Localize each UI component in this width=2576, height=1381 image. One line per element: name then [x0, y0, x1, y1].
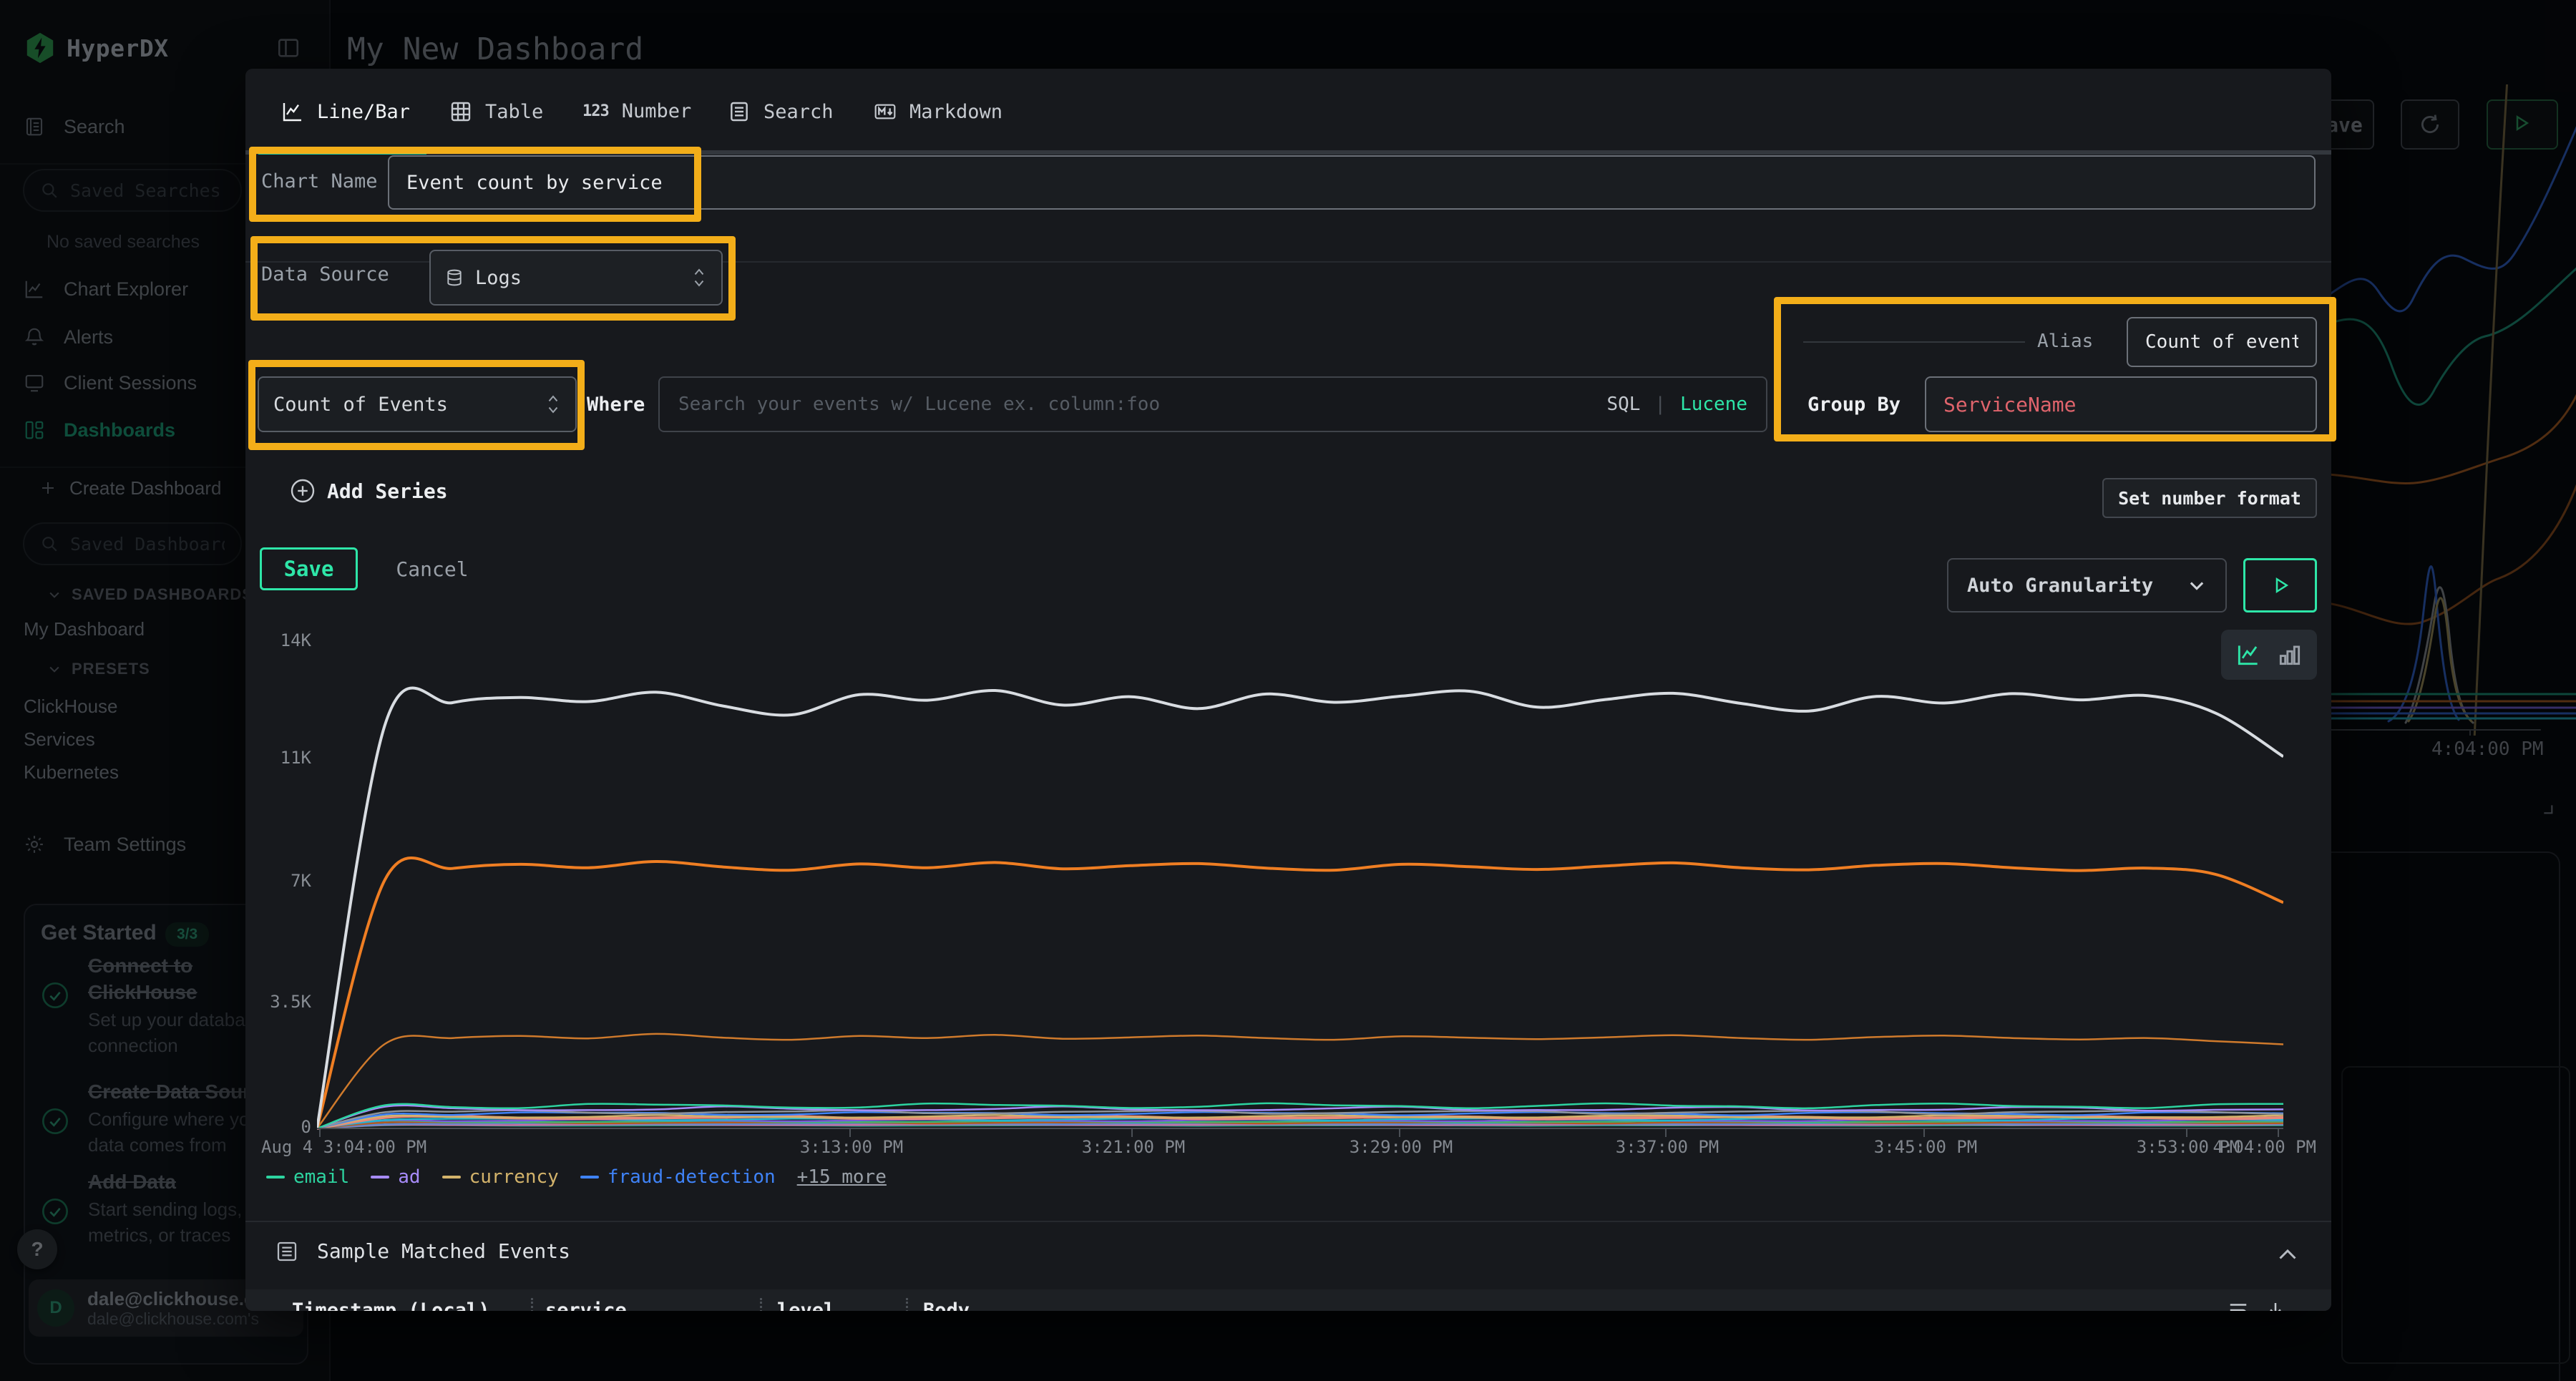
language-lucene-toggle[interactable]: Lucene	[1680, 394, 1747, 415]
chart-name-input[interactable]	[388, 155, 2316, 210]
x-axis-tick: Aug 4 3:04:00 PM	[261, 1137, 426, 1157]
alias-label: Alias	[2037, 331, 2093, 352]
column-timestamp[interactable]: Timestamp (Local)	[292, 1299, 489, 1311]
legend-swatch	[580, 1176, 599, 1179]
number-123-icon: 123	[582, 102, 609, 120]
line-chart-icon	[281, 100, 304, 123]
list-icon	[275, 1240, 298, 1263]
add-series-label: Add Series	[327, 479, 448, 503]
language-sql-toggle[interactable]: SQL	[1606, 394, 1640, 415]
tab-label: Line/Bar	[317, 101, 410, 123]
tab-line-bar[interactable]: Line/Bar	[281, 100, 410, 123]
select-chevrons-icon	[691, 265, 707, 290]
x-axis-tick: 3:13:00 PM	[800, 1137, 904, 1157]
tabs-underline-track	[245, 150, 2331, 155]
tab-label: Number	[622, 100, 692, 122]
group-by-input[interactable]	[1925, 376, 2317, 432]
legend-item-currency[interactable]: currency	[442, 1166, 559, 1188]
legend-swatch	[266, 1176, 285, 1179]
plus-circle-icon	[290, 478, 316, 504]
set-number-format-button[interactable]: Set number format	[2102, 478, 2317, 518]
group-by-label: Group By	[1807, 394, 1901, 416]
legend-item-email[interactable]: email	[266, 1166, 349, 1188]
select-chevrons-icon	[545, 392, 561, 416]
save-button[interactable]: Save	[260, 547, 358, 590]
legend-label: fraud-detection	[608, 1166, 776, 1188]
x-axis-tick: 4:04:00 PM	[2213, 1137, 2317, 1157]
hyperdx-app: HyperDX Search No saved searches Chart E…	[0, 0, 2576, 1381]
tab-search[interactable]: Search	[728, 100, 834, 123]
column-separator[interactable]	[531, 1298, 533, 1311]
sample-events-header: Sample Matched Events	[275, 1239, 570, 1263]
alias-input[interactable]	[2127, 317, 2317, 367]
column-body[interactable]: Body	[923, 1299, 970, 1311]
legend-item-ad[interactable]: ad	[371, 1166, 420, 1188]
tab-label: Markdown	[909, 101, 1002, 123]
column-separator[interactable]	[906, 1298, 908, 1311]
table-icon	[449, 100, 472, 123]
tabs-active-underline	[258, 150, 426, 155]
sample-events-title: Sample Matched Events	[317, 1239, 570, 1263]
edit-chart-modal: Line/Bar Table 123 Number Search Markdow…	[245, 69, 2331, 1311]
y-axis-tick: 3.5K	[247, 992, 311, 1012]
y-axis-tick: 7K	[247, 871, 311, 891]
y-axis-tick: 14K	[247, 630, 311, 650]
aggregation-select[interactable]: Count of Events	[258, 376, 577, 432]
data-source-value: Logs	[475, 267, 522, 289]
alias-rule	[1803, 341, 2025, 343]
y-axis-tick: 11K	[247, 748, 311, 768]
granularity-value: Auto Granularity	[1967, 575, 2153, 597]
tab-number[interactable]: 123 Number	[582, 100, 691, 122]
chart-name-label: Chart Name	[261, 170, 378, 192]
legend-swatch	[442, 1176, 461, 1179]
tab-markdown[interactable]: Markdown	[874, 100, 1002, 123]
events-table-header: Timestamp (Local) service level Body	[245, 1289, 2331, 1311]
y-axis-tick: 0	[247, 1117, 311, 1137]
tab-label: Table	[485, 101, 543, 123]
column-separator[interactable]	[760, 1298, 762, 1311]
download-icon[interactable]	[2265, 1299, 2286, 1311]
legend-more-link[interactable]: +15 more	[797, 1166, 887, 1188]
data-source-label: Data Source	[261, 263, 389, 286]
legend-label: email	[293, 1166, 349, 1188]
where-label: Where	[587, 394, 645, 416]
add-series-button[interactable]: Add Series	[290, 478, 448, 504]
column-service[interactable]: service	[545, 1299, 627, 1311]
legend-swatch	[371, 1176, 389, 1179]
cancel-button[interactable]: Cancel	[386, 547, 479, 590]
data-source-select[interactable]: Logs	[429, 250, 723, 306]
x-axis-tick: 3:29:00 PM	[1350, 1137, 1453, 1157]
x-axis-tick: 3:45:00 PM	[1874, 1137, 1978, 1157]
legend-label: currency	[469, 1166, 559, 1188]
wrap-lines-icon[interactable]	[2228, 1299, 2249, 1311]
x-axis-tick: 3:37:00 PM	[1616, 1137, 1719, 1157]
markdown-icon	[874, 100, 897, 123]
granularity-select[interactable]: Auto Granularity	[1947, 558, 2227, 613]
run-query-button[interactable]	[2243, 558, 2317, 613]
tab-label: Search	[763, 101, 834, 123]
aggregation-value: Count of Events	[273, 394, 448, 416]
chart-legend: email ad currency fraud-detection +15 mo…	[266, 1166, 887, 1188]
legend-item-fraud-detection[interactable]: fraud-detection	[580, 1166, 776, 1188]
column-level[interactable]: level	[777, 1299, 835, 1311]
preview-chart[interactable]	[317, 636, 2283, 1137]
tab-table[interactable]: Table	[449, 100, 543, 123]
chevron-up-icon[interactable]	[2275, 1242, 2301, 1268]
x-axis-tick: 3:21:00 PM	[1082, 1137, 1186, 1157]
language-separator: |	[1654, 394, 1666, 415]
legend-label: ad	[398, 1166, 420, 1188]
where-input[interactable]	[678, 394, 1592, 415]
list-icon	[728, 100, 751, 123]
play-icon	[2270, 575, 2291, 596]
where-search-box: SQL | Lucene	[658, 376, 1767, 432]
chevron-down-icon	[2187, 575, 2207, 595]
divider	[245, 1221, 2331, 1222]
database-icon	[445, 267, 464, 288]
